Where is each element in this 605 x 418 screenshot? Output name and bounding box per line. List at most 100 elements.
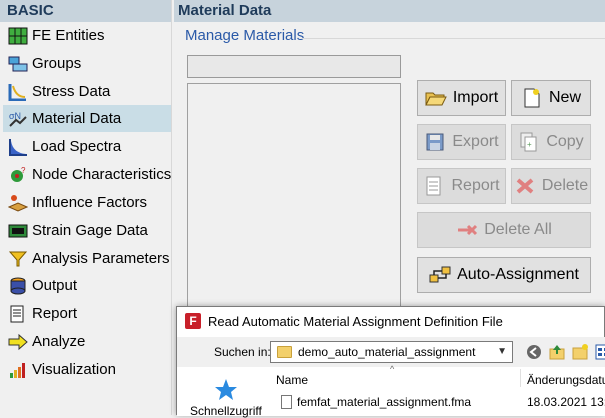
auto-assignment-icon xyxy=(429,265,451,285)
delete-button-label: Delete xyxy=(541,177,589,194)
sidebar-item-label: Analysis Parameters xyxy=(32,250,170,267)
svg-text:?: ? xyxy=(21,166,26,175)
folder-open-icon xyxy=(425,88,447,108)
sidebar-item-label: Influence Factors xyxy=(32,194,148,211)
file-name: femfat_material_assignment.fma xyxy=(297,395,472,409)
page-title: Material Data xyxy=(174,0,605,22)
fe-entities-icon xyxy=(7,26,28,45)
look-in-value: demo_auto_material_assignment xyxy=(298,345,476,359)
stress-data-icon xyxy=(7,82,28,101)
places-bar: Schnellzugriff xyxy=(177,367,273,418)
sidebar-item-label: Analyze xyxy=(32,333,86,350)
femfat-logo-icon: F xyxy=(185,313,201,329)
file-list-header: ^ Name Änderungsdatum xyxy=(275,364,605,389)
import-button[interactable]: Import xyxy=(417,80,506,116)
sidebar-item-node-characteristics[interactable]: ? Node Characteristics xyxy=(3,161,171,188)
visualization-icon xyxy=(7,360,28,379)
sidebar-item-fe-entities[interactable]: FE Entities xyxy=(3,22,171,49)
chevron-down-icon: ▼ xyxy=(497,346,507,357)
report-doc-icon xyxy=(423,176,445,196)
new-button-label: New xyxy=(548,89,581,106)
output-icon xyxy=(7,276,28,295)
dialog-body: Schnellzugriff ^ Name Änderungsdatum fem… xyxy=(177,364,605,418)
sidebar-item-label: Material Data xyxy=(32,110,122,127)
view-menu-icon[interactable] xyxy=(594,343,605,361)
column-separator xyxy=(520,369,521,387)
sidebar-item-strain-gage-data[interactable]: Strain Gage Data xyxy=(3,217,171,244)
sidebar-item-analyze[interactable]: Analyze xyxy=(3,328,171,355)
sidebar-item-label: FE Entities xyxy=(32,27,105,44)
influence-factors-icon xyxy=(7,193,28,212)
sidebar-item-label: Output xyxy=(32,277,78,294)
sidebar-item-report[interactable]: Report xyxy=(3,300,171,327)
sidebar-item-label: Groups xyxy=(32,55,82,72)
quick-access-label[interactable]: Schnellzugriff xyxy=(190,404,262,418)
sidebar: BASIC FE Entities Groups Stress Data σN … xyxy=(0,0,172,415)
delete-x-icon xyxy=(514,176,536,196)
quick-access-star-icon[interactable] xyxy=(213,377,239,403)
look-in-label: Suchen in: xyxy=(214,345,271,359)
report-button[interactable]: Report xyxy=(417,168,506,204)
new-folder-icon[interactable] xyxy=(571,343,589,361)
svg-text:σN: σN xyxy=(9,111,21,121)
file-icon xyxy=(281,395,292,409)
sidebar-item-label: Node Characteristics xyxy=(32,166,172,183)
delete-all-button[interactable]: Delete All xyxy=(417,212,591,248)
sort-chevron-icon: ^ xyxy=(390,364,395,374)
look-in-combo[interactable]: demo_auto_material_assignment ▼ xyxy=(270,341,513,363)
section-title: Manage Materials xyxy=(185,27,305,44)
sidebar-item-groups[interactable]: Groups xyxy=(3,50,171,77)
sidebar-item-label: Strain Gage Data xyxy=(32,222,148,239)
column-date[interactable]: Änderungsdatum xyxy=(527,373,605,387)
copy-button-label: Copy xyxy=(546,133,584,150)
material-list[interactable] xyxy=(187,83,401,313)
material-name-field[interactable] xyxy=(187,55,401,78)
sidebar-item-load-spectra[interactable]: Load Spectra xyxy=(3,133,171,160)
back-icon[interactable] xyxy=(525,343,543,361)
save-disk-icon xyxy=(424,132,446,152)
sidebar-item-stress-data[interactable]: Stress Data xyxy=(3,78,171,105)
sidebar-item-label: Visualization xyxy=(32,361,116,378)
analysis-parameters-icon xyxy=(7,249,28,268)
report-button-label: Report xyxy=(451,177,500,194)
sidebar-item-analysis-parameters[interactable]: Analysis Parameters xyxy=(3,245,171,272)
delete-button[interactable]: Delete xyxy=(511,168,591,204)
dialog-toolbar: Suchen in: demo_auto_material_assignment… xyxy=(177,337,605,367)
sidebar-item-label: Report xyxy=(32,305,78,322)
sidebar-item-output[interactable]: Output xyxy=(3,272,171,299)
dialog-title: Read Automatic Material Assignment Defin… xyxy=(208,313,503,329)
file-date: 18.03.2021 13:47 xyxy=(527,395,605,409)
sidebar-title: BASIC xyxy=(0,0,171,22)
column-name[interactable]: Name xyxy=(276,373,308,387)
delete-all-icon xyxy=(456,220,478,240)
material-data-icon: σN xyxy=(7,109,28,128)
auto-assignment-button[interactable]: Auto-Assignment xyxy=(417,257,591,293)
node-characteristics-icon: ? xyxy=(7,165,28,184)
sidebar-item-label: Load Spectra xyxy=(32,138,122,155)
sidebar-item-influence-factors[interactable]: Influence Factors xyxy=(3,189,171,216)
import-button-label: Import xyxy=(452,89,499,106)
groups-icon xyxy=(7,54,28,73)
sidebar-item-label: Stress Data xyxy=(32,83,111,100)
strain-gage-icon xyxy=(7,221,28,240)
dialog-titlebar[interactable]: F Read Automatic Material Assignment Def… xyxy=(177,307,604,335)
new-file-icon xyxy=(521,88,543,108)
up-folder-icon[interactable] xyxy=(548,343,566,361)
dialog-toolbar-icons xyxy=(525,343,605,361)
sidebar-item-visualization[interactable]: Visualization xyxy=(3,356,171,383)
delete-all-button-label: Delete All xyxy=(484,221,552,238)
analyze-arrow-icon xyxy=(7,332,28,351)
export-button[interactable]: Export xyxy=(417,124,506,160)
read-file-dialog: F Read Automatic Material Assignment Def… xyxy=(176,306,605,418)
load-spectra-icon xyxy=(7,137,28,156)
auto-assignment-button-label: Auto-Assignment xyxy=(457,266,579,283)
section-divider xyxy=(302,38,605,39)
copy-button[interactable]: + Copy xyxy=(511,124,591,160)
new-button[interactable]: New xyxy=(511,80,591,116)
file-row[interactable]: femfat_material_assignment.fma 18.03.202… xyxy=(275,392,605,412)
sidebar-item-material-data[interactable]: σN Material Data xyxy=(3,105,171,132)
report-icon xyxy=(7,304,28,323)
export-button-label: Export xyxy=(452,133,499,150)
svg-text:+: + xyxy=(527,140,532,149)
folder-icon xyxy=(277,346,292,358)
